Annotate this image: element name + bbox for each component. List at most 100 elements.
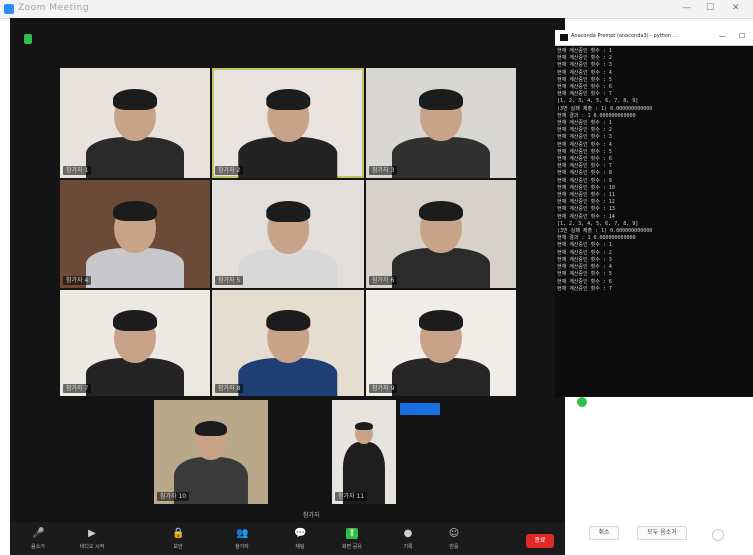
participant-name: 참가자 8: [215, 384, 244, 393]
window-titlebar: Zoom Meeting — ☐ ✕: [0, 0, 753, 19]
video-tile[interactable]: 참가자 6: [366, 180, 516, 288]
console-line: 현재 계산중인 횟수 : 4: [557, 69, 612, 76]
participant-video: [233, 180, 342, 288]
console-line: 현재 계산중인 횟수 : 7: [557, 91, 612, 98]
anaconda-console-window: Anaconda Prompt (anaconda3) - python ...…: [555, 30, 753, 397]
status-dot-icon: [577, 397, 587, 407]
console-line: [1, 2, 3, 4, 5, 6, 7, 8, 9]: [557, 98, 639, 105]
video-tile[interactable]: 참가자 3: [366, 68, 516, 178]
participant-video: [233, 68, 342, 178]
console-line: 현재 계산중인 횟수 : 9: [557, 177, 612, 184]
participant-name: 참가자 4: [63, 276, 92, 285]
minimize-button[interactable]: —: [682, 3, 691, 13]
security-shield-icon: [24, 34, 32, 44]
chat-button[interactable]: 💬 채팅: [280, 528, 320, 552]
participant-hair: [113, 200, 157, 222]
chat-label: 채팅: [295, 544, 305, 550]
window-title: Zoom Meeting: [18, 3, 90, 13]
participant-torso: [392, 136, 490, 178]
participant-hair: [266, 310, 310, 332]
video-tile[interactable]: 참가자 5: [212, 180, 364, 288]
participant-video: [81, 180, 189, 288]
participant-hair: [113, 310, 157, 332]
participant-video: [81, 68, 189, 178]
participant-name: 참가자 9: [369, 384, 398, 393]
participant-hair: [266, 200, 310, 222]
video-tile[interactable]: 참가자 11: [332, 400, 396, 504]
console-maximize-button[interactable]: ☐: [739, 32, 745, 40]
zoom-app-icon: [4, 4, 14, 14]
participant-hair: [419, 200, 463, 222]
console-line: 현재 계산중인 횟수 : 3: [557, 62, 612, 69]
participant-name: 참가자 5: [215, 276, 244, 285]
video-tile[interactable]: 참가자 7: [60, 290, 210, 396]
console-line: 현재 계산중인 횟수 : 1: [557, 242, 612, 249]
close-button[interactable]: ✕: [732, 3, 740, 13]
console-line: 현재 계산중인 횟수 : 5: [557, 271, 612, 278]
cancel-button[interactable]: 취소: [589, 526, 619, 540]
camera-icon: ▶: [88, 528, 96, 539]
video-tile[interactable]: 참가자 4: [60, 180, 210, 288]
chat-icon: 💬: [294, 528, 307, 539]
participant-torso: [86, 357, 184, 396]
participant-name: 참가자 7: [63, 384, 92, 393]
share-screen-label: 화면 공유: [342, 544, 362, 550]
video-tile[interactable]: 참가자 1: [60, 68, 210, 178]
participant-video: [387, 290, 495, 396]
console-line: 현재 계산중인 횟수 : 3: [557, 134, 612, 141]
share-screen-icon: ⬆: [346, 528, 358, 539]
reactions-label: 반응: [449, 544, 459, 550]
console-line: 현재 계산중인 횟수 : 6: [557, 278, 612, 285]
meeting-toolbar: 🎤 음소거 ▶ 비디오 시작 🔒 보안 👥 참가자 💬 채팅 ⬆ 화면 공유 ●…: [10, 522, 565, 555]
participants-icon: 👥: [236, 528, 249, 539]
participants-label: 참가자: [235, 544, 249, 550]
participant-hair: [113, 89, 157, 110]
participant-video: [170, 400, 252, 504]
share-screen-button[interactable]: ⬆ 화면 공유: [332, 528, 372, 552]
video-tile[interactable]: 참가자 10: [154, 400, 268, 504]
participant-hair: [266, 89, 310, 111]
participant-name: 참가자 6: [369, 276, 398, 285]
video-tile[interactable]: 참가자 8: [212, 290, 364, 396]
console-line: (3번 실패 제출 : 1) 0.000000000000: [557, 105, 653, 112]
console-line: 현재 계산중인 횟수 : 5: [557, 148, 612, 155]
participant-hair: [354, 421, 374, 431]
mute-all-button[interactable]: 모두 음소거: [637, 526, 687, 540]
console-line: 현재 계산중인 횟수 : 3: [557, 256, 612, 263]
raised-hand-badge: [400, 403, 440, 415]
console-line: [1, 2, 3, 4, 5, 6, 7, 8, 9]: [557, 220, 639, 227]
console-line: 현재 계산중인 횟수 : 8: [557, 170, 612, 177]
record-icon: ●: [403, 528, 413, 539]
console-title: Anaconda Prompt (anaconda3) - python ...: [571, 33, 678, 39]
more-options-icon[interactable]: [712, 529, 724, 541]
console-titlebar: Anaconda Prompt (anaconda3) - python ...…: [555, 30, 753, 46]
video-tile-active-speaker[interactable]: 참가자 2: [212, 68, 364, 178]
participant-video: [233, 290, 342, 396]
reactions-button[interactable]: ☺ 반응: [434, 528, 474, 552]
start-video-button[interactable]: ▶ 비디오 시작: [72, 528, 112, 552]
security-button[interactable]: 🔒 보안: [158, 528, 198, 552]
console-line: 현재 계산중인 횟수 : 2: [557, 249, 612, 256]
video-tile[interactable]: 참가자 9: [366, 290, 516, 396]
console-line: 현재 계산중인 횟수 : 5: [557, 76, 612, 83]
participant-name: 참가자 11: [335, 492, 368, 501]
console-minimize-button[interactable]: —: [719, 32, 726, 40]
maximize-button[interactable]: ☐: [706, 3, 714, 13]
participant-torso: [238, 248, 338, 288]
console-output: 현재 계산중인 횟수 : 1 현재 계산중인 횟수 : 2 현재 계산중인 횟수 :…: [557, 48, 751, 293]
console-line: 현재 계산중인 횟수 : 10: [557, 184, 615, 191]
participant-video: [341, 400, 387, 504]
participant-torso: [86, 248, 184, 288]
console-line: 현재 결과 : 1 0.000000000000: [557, 112, 636, 119]
participants-button[interactable]: 👥 참가자: [222, 528, 262, 552]
console-line: 현재 계산중인 횟수 : 14: [557, 213, 615, 220]
end-meeting-button[interactable]: 종료: [526, 534, 554, 548]
record-button[interactable]: ● 기록: [388, 528, 428, 552]
participant-video: [387, 68, 495, 178]
mute-button[interactable]: 🎤 음소거: [18, 528, 58, 552]
participant-name: 참가자 3: [369, 166, 398, 175]
microphone-icon: 🎤: [32, 528, 45, 539]
participant-torso: [392, 248, 490, 288]
participant-name: 참가자 1: [63, 166, 92, 175]
participant-hair: [419, 89, 463, 110]
